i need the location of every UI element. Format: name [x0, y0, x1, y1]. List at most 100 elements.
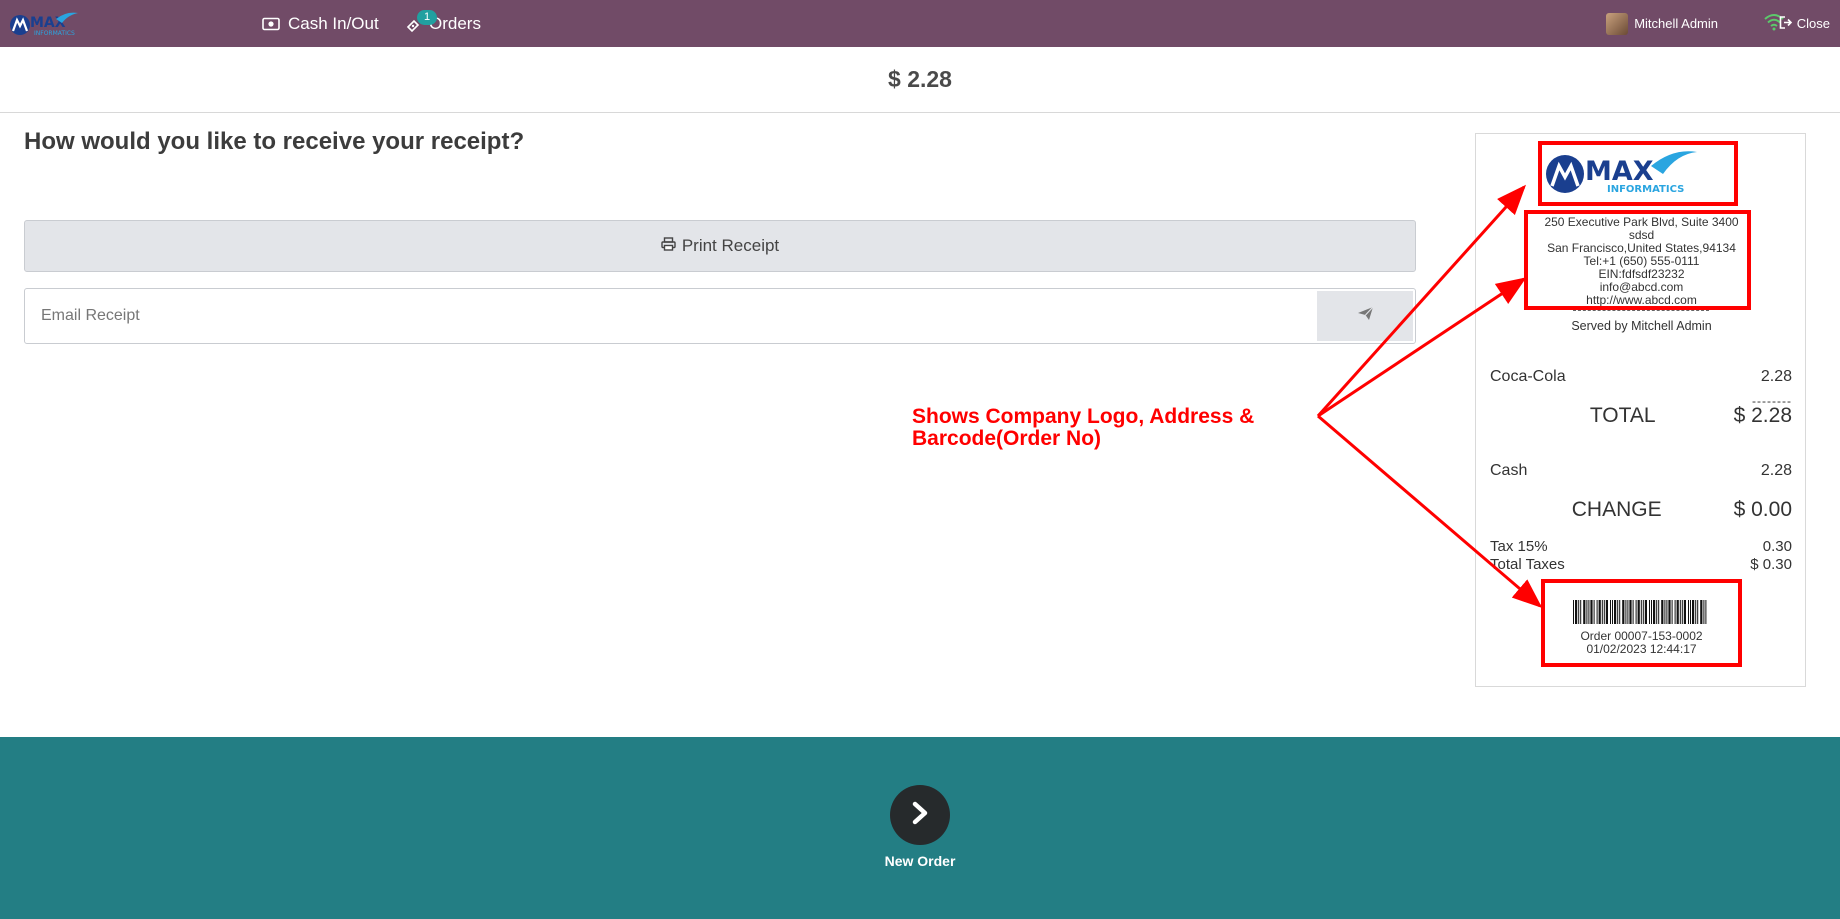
orders-badge: 1: [417, 10, 437, 25]
barcode-bar: [1683, 600, 1686, 624]
barcode-bar: [1603, 600, 1605, 624]
barcode-bar: [1632, 600, 1634, 624]
barcode-bar: [1617, 600, 1619, 624]
avatar: [1606, 12, 1629, 35]
barcode-bar: [1658, 600, 1660, 624]
barcode-bar: [1690, 600, 1691, 624]
total-taxes-label: Total Taxes: [1490, 556, 1565, 573]
receipt-address: 250 Executive Park Blvd, Suite 3400 sdsd…: [1476, 216, 1807, 307]
company-logo-icon: MAX INFORMATICS: [1546, 151, 1697, 195]
barcode-bar: [1705, 600, 1707, 624]
item-price: 2.28: [1760, 368, 1792, 385]
receipt-preview: MAX INFORMATICS 250 Executive Park Blvd,…: [1475, 133, 1806, 687]
receipt-order-info: Order 00007-153-0002 01/02/2023 12:44:17: [1476, 630, 1807, 656]
paper-plane-icon: [1357, 306, 1374, 326]
receipt-tax: Tax 15% 0.30: [1490, 538, 1792, 555]
top-navbar: MAX INFORMATICS Cash In/Out 1 Orders Mit…: [0, 0, 1840, 47]
barcode-bar: [1640, 600, 1642, 624]
barcode-bar: [1583, 600, 1586, 624]
change-label: CHANGE: [1571, 498, 1662, 521]
barcode-bar: [1580, 600, 1582, 624]
barcode-bar: [1627, 600, 1629, 624]
chevron-right-icon: [909, 801, 931, 830]
served-by: Served by Mitchell Admin: [1571, 319, 1712, 333]
barcode-bar: [1656, 600, 1658, 624]
logo-sub-text: INFORMATICS: [1607, 184, 1684, 195]
amount-bar: $ 2.28: [0, 47, 1840, 113]
total-value: $ 2.28: [1733, 404, 1792, 427]
tax-value: 0.30: [1762, 538, 1792, 555]
svg-text:INFORMATICS: INFORMATICS: [34, 30, 75, 37]
barcode-bar: [1653, 600, 1656, 624]
new-order-label: New Order: [884, 853, 956, 869]
barcode-bar: [1703, 600, 1705, 624]
barcode-bar: [1614, 600, 1617, 624]
receipt-total-taxes: Total Taxes $ 0.30: [1490, 556, 1792, 573]
barcode-bar: [1661, 600, 1664, 624]
barcode-bar: [1625, 600, 1627, 624]
barcode-bar: [1651, 600, 1652, 624]
print-receipt-button[interactable]: Print Receipt: [24, 220, 1416, 272]
total-amount: $ 2.28: [888, 66, 952, 92]
barcode-bar: [1573, 600, 1574, 624]
orders-button[interactable]: 1 Orders: [405, 0, 481, 47]
tax-label: Tax 15%: [1490, 538, 1548, 555]
printer-icon: [661, 236, 676, 256]
barcode-bar: [1601, 600, 1603, 624]
logo-main-text: MAX: [1585, 156, 1654, 187]
brand-logo-icon: MAX INFORMATICS: [10, 12, 78, 37]
user-name: Mitchell Admin: [1634, 16, 1718, 31]
barcode-bar: [1578, 600, 1580, 624]
new-order-button[interactable]: [890, 785, 950, 845]
barcode-bar: [1692, 600, 1695, 624]
barcode-bar: [1697, 600, 1699, 624]
receipt-change: CHANGE $ 0.00: [1476, 498, 1792, 522]
total-label: TOTAL: [1589, 404, 1656, 427]
barcode-bar: [1605, 600, 1608, 624]
barcode-bar: [1671, 600, 1673, 624]
barcode-bar: [1668, 600, 1671, 624]
barcode-bar: [1588, 600, 1590, 624]
payment-amount: 2.28: [1760, 462, 1792, 479]
barcode-bar: [1642, 600, 1644, 624]
barcode-bar: [1649, 600, 1650, 624]
email-receipt-input[interactable]: [25, 289, 1317, 343]
email-receipt-group: [24, 288, 1416, 344]
cash-in-out-button[interactable]: Cash In/Out: [262, 0, 379, 47]
barcode-bar: [1593, 600, 1595, 624]
receipt-total: TOTAL $ 2.28: [1476, 404, 1792, 428]
barcode-bar: [1666, 600, 1668, 624]
change-value: $ 0.00: [1733, 498, 1792, 521]
sign-out-icon: [1779, 15, 1793, 32]
barcode-bar: [1664, 600, 1666, 624]
close-button[interactable]: Close: [1779, 0, 1830, 47]
send-email-button[interactable]: [1317, 291, 1413, 341]
payment-method: Cash: [1490, 462, 1528, 479]
barcode-bar: [1610, 600, 1611, 624]
barcode-bar: [1598, 600, 1601, 624]
barcode-bar: [1688, 600, 1689, 624]
barcode-bar: [1575, 600, 1578, 624]
annotation-text: Shows Company Logo, Address & Barcode(Or…: [912, 405, 1255, 450]
receipt-company-logo: MAX INFORMATICS: [1541, 144, 1701, 199]
receipt-question: How would you like to receive your recei…: [24, 128, 525, 155]
barcode-bar: [1700, 600, 1703, 624]
money-icon: [262, 17, 280, 31]
address-line: http://www.abcd.com: [1586, 293, 1697, 307]
total-taxes-value: $ 0.30: [1750, 556, 1792, 573]
item-name: Coca-Cola: [1490, 368, 1566, 385]
receipt-payment: Cash 2.28: [1490, 462, 1792, 480]
barcode-bar: [1674, 600, 1676, 624]
barcode: [1573, 600, 1707, 624]
barcode-bar: [1596, 600, 1598, 624]
barcode-bar: [1619, 600, 1621, 624]
barcode-bar: [1622, 600, 1625, 624]
barcode-bar: [1695, 600, 1697, 624]
user-menu[interactable]: Mitchell Admin: [1606, 0, 1718, 47]
barcode-bar: [1590, 600, 1593, 624]
barcode-bar: [1637, 600, 1640, 624]
print-receipt-label: Print Receipt: [681, 236, 780, 255]
barcode-bar: [1681, 600, 1683, 624]
barcode-bar: [1586, 600, 1588, 624]
receipt-divider: [1573, 310, 1709, 311]
